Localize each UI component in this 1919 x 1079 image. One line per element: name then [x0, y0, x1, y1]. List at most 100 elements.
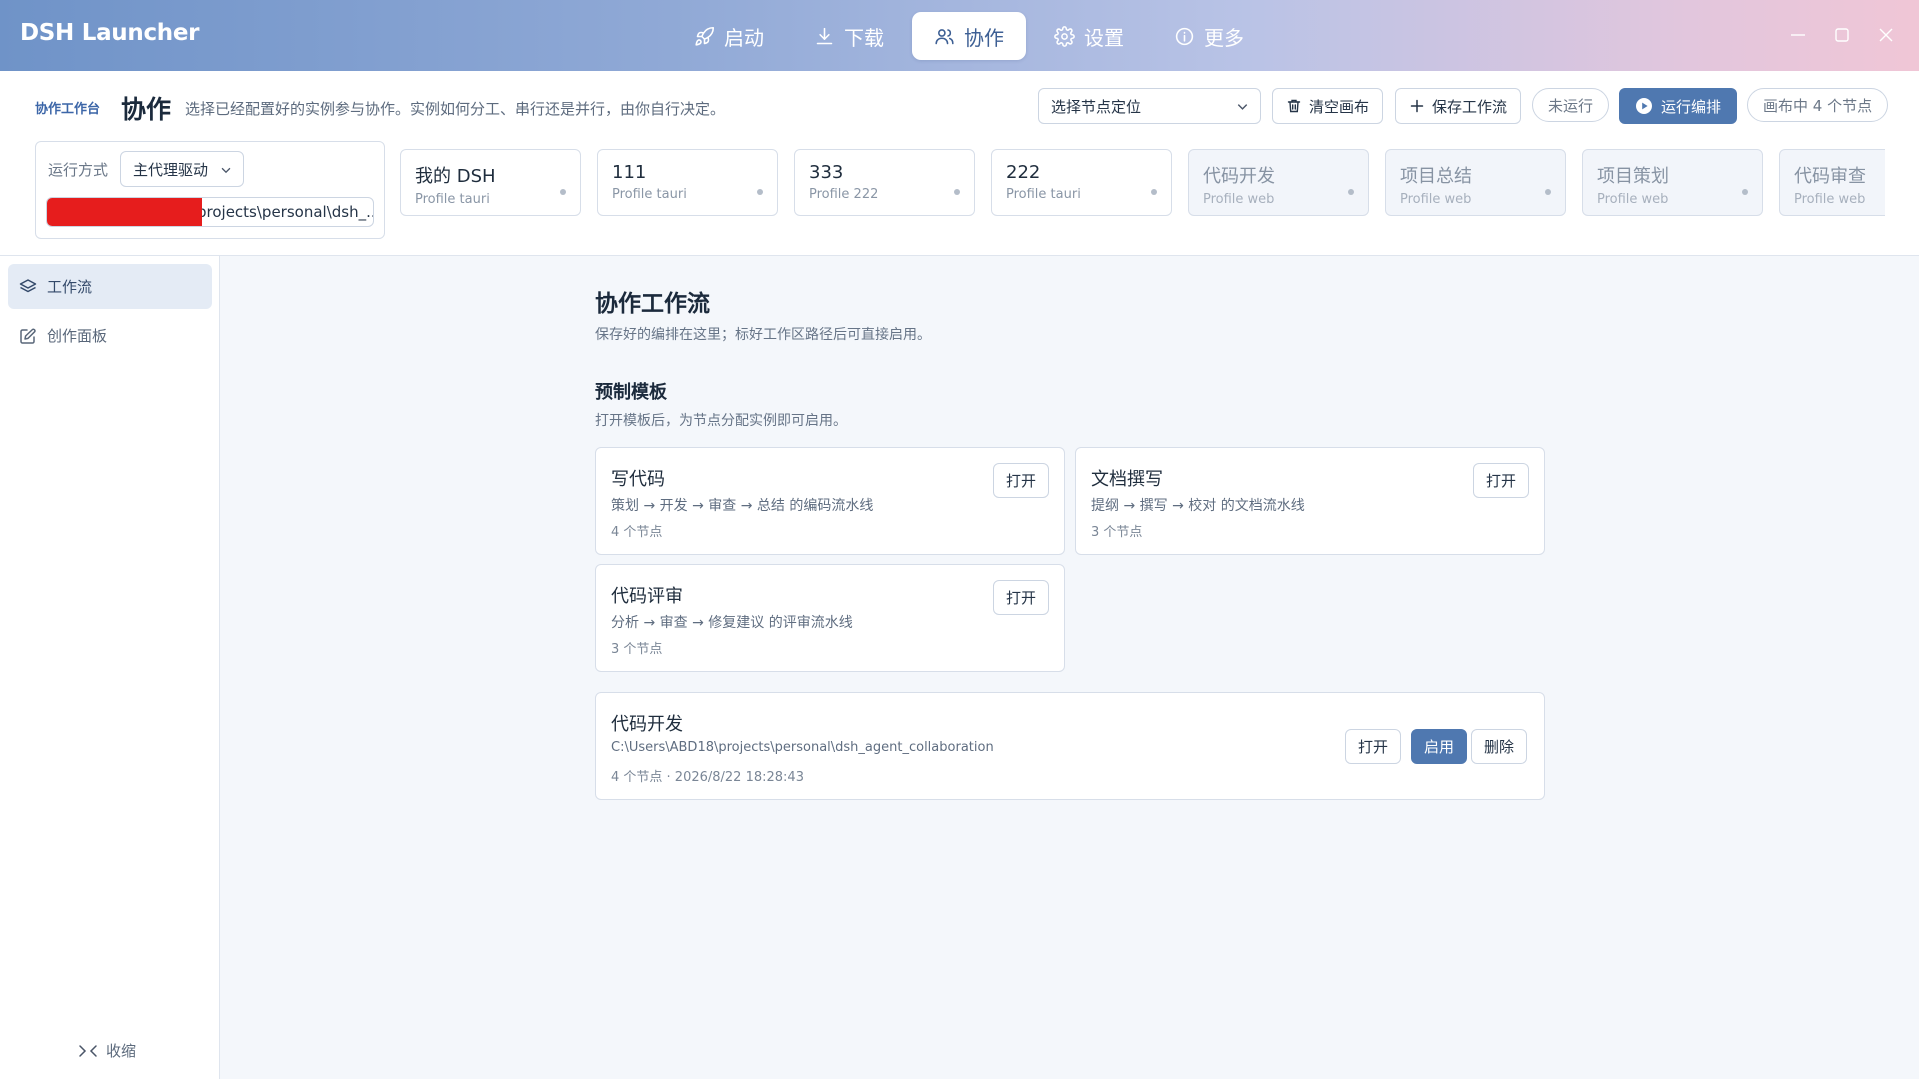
instance-card[interactable]: 代码开发 Profile web [1188, 149, 1369, 216]
sidebar-item-creation-panel[interactable]: 创作面板 [8, 313, 212, 358]
node-locate-select-value: 选择节点定位 [1051, 97, 1142, 116]
tab-settings[interactable]: 设置 [1032, 12, 1146, 60]
workspace-path-field[interactable]: projects\personal\dsh_... [46, 197, 374, 227]
redaction-block [47, 198, 202, 226]
instance-card[interactable]: 代码审查 Profile web [1779, 149, 1885, 216]
window-controls [1787, 22, 1897, 48]
instance-name: 333 [809, 162, 844, 183]
template-title: 写代码 [611, 469, 665, 490]
tab-collaborate-label: 协作 [964, 25, 1004, 50]
instance-profile: Profile tauri [612, 187, 687, 202]
instance-card[interactable]: 333 Profile 222 [794, 149, 975, 216]
download-icon [816, 27, 833, 44]
template-title: 代码评审 [611, 586, 683, 607]
rocket-icon [695, 26, 715, 46]
run-mode-value: 主代理驱动 [133, 160, 209, 179]
workflow-title: 代码开发 [611, 714, 683, 735]
chevron-down-icon [221, 167, 231, 174]
info-icon [1175, 27, 1194, 45]
save-workflow-button[interactable]: 保存工作流 [1395, 88, 1522, 124]
tab-collaborate[interactable]: 协作 [912, 12, 1026, 60]
workflow-path: C:\Users\ABD18\projects\personal\dsh_age… [611, 740, 994, 755]
instance-card[interactable]: 111 Profile tauri [597, 149, 778, 216]
instance-card[interactable]: 222 Profile tauri [991, 149, 1172, 216]
workflows-subtitle: 保存好的编排在这里；标好工作区路径后可直接启用。 [595, 327, 931, 343]
tab-download-label: 下载 [844, 25, 884, 50]
instance-profile: Profile web [1597, 192, 1669, 207]
tab-settings-label: 设置 [1084, 25, 1124, 50]
instance-name: 项目总结 [1400, 166, 1472, 187]
template-card-code-review: 代码评审 分析 → 审查 → 修复建议 的评审流水线 3 个节点 打开 [595, 564, 1065, 672]
status-dot [954, 189, 960, 195]
status-dot [1545, 189, 1551, 195]
sidebar-item-label: 创作面板 [47, 327, 108, 345]
minimize-button[interactable] [1787, 22, 1809, 48]
run-status-badge: 未运行 [1532, 88, 1610, 122]
tab-launch[interactable]: 启动 [672, 12, 786, 60]
template-card-doc-writing: 文档撰写 提纲 → 撰写 → 校对 的文档流水线 3 个节点 打开 [1075, 447, 1545, 555]
status-dot [1348, 189, 1354, 195]
page-title: 协作 [121, 95, 172, 124]
enable-workflow-button[interactable]: 启用 [1411, 729, 1468, 764]
chevron-down-icon [1237, 104, 1248, 110]
status-dot [560, 189, 566, 195]
collapse-icon [79, 1044, 97, 1057]
template-description: 策划 → 开发 → 审查 → 总结 的编码流水线 [611, 498, 874, 514]
instance-name: 代码审查 [1794, 166, 1866, 187]
template-title: 文档撰写 [1091, 469, 1163, 490]
main-nav: 启动 下载 协作 设置 更多 [672, 12, 1266, 60]
minimize-icon [1791, 34, 1805, 36]
workflows-title: 协作工作流 [595, 291, 710, 317]
delete-workflow-button[interactable]: 删除 [1471, 729, 1528, 764]
instance-profile: Profile 222 [809, 187, 879, 202]
sidebar-item-label: 工作流 [47, 278, 93, 296]
instance-profile: Profile web [1794, 192, 1866, 207]
workflow-meta: 4 个节点 · 2026/8/22 18:28:43 [611, 770, 804, 785]
sidebar-item-workflows[interactable]: 工作流 [8, 264, 212, 309]
run-orchestration-button[interactable]: 运行编排 [1619, 88, 1737, 124]
clear-canvas-label: 清空画布 [1309, 97, 1370, 116]
template-node-count: 4 个节点 [611, 525, 663, 540]
maximize-button[interactable] [1831, 22, 1853, 48]
open-template-button[interactable]: 打开 [1472, 463, 1529, 498]
status-dot [1742, 189, 1748, 195]
close-icon [1879, 28, 1893, 42]
gear-icon [1054, 25, 1075, 47]
template-node-count: 3 个节点 [611, 642, 663, 657]
template-card-write-code: 写代码 策划 → 开发 → 审查 → 总结 的编码流水线 4 个节点 打开 [595, 447, 1065, 555]
save-workflow-label: 保存工作流 [1432, 97, 1508, 116]
status-dot [1151, 189, 1157, 195]
collapse-label: 收缩 [106, 1042, 137, 1060]
template-description: 分析 → 审查 → 修复建议 的评审流水线 [611, 615, 853, 631]
open-template-button[interactable]: 打开 [992, 580, 1049, 615]
canvas-node-count-badge: 画布中 4 个节点 [1747, 88, 1889, 122]
templates-subtitle: 打开模板后，为节点分配实例即可启用。 [595, 413, 847, 429]
run-mode-panel: 运行方式 主代理驱动 projects\personal\dsh_... [35, 141, 385, 239]
users-icon [935, 28, 954, 44]
instance-card[interactable]: 我的 DSH Profile tauri [400, 149, 581, 216]
close-button[interactable] [1875, 22, 1897, 48]
instance-card[interactable]: 项目总结 Profile web [1385, 149, 1566, 216]
app-title: DSH Launcher [20, 20, 200, 46]
tab-more[interactable]: 更多 [1152, 12, 1266, 60]
template-description: 提纲 → 撰写 → 校对 的文档流水线 [1091, 498, 1305, 514]
instance-name: 111 [612, 162, 647, 183]
collapse-sidebar-button[interactable]: 收缩 [78, 1040, 136, 1061]
run-mode-select[interactable]: 主代理驱动 [120, 151, 244, 187]
tab-more-label: 更多 [1204, 25, 1244, 50]
page-description: 选择已经配置好的实例参与协作。实例如何分工、串行还是并行，由你自行决定。 [185, 100, 726, 118]
open-workflow-button[interactable]: 打开 [1345, 729, 1402, 764]
run-orchestration-label: 运行编排 [1660, 97, 1721, 116]
tab-download[interactable]: 下载 [792, 12, 906, 60]
instance-name: 222 [1006, 162, 1041, 183]
clear-canvas-button[interactable]: 清空画布 [1272, 88, 1384, 124]
tab-launch-label: 启动 [724, 25, 764, 50]
instance-card-list: 我的 DSH Profile tauri 111 Profile tauri 3… [400, 149, 1885, 221]
open-template-button[interactable]: 打开 [992, 463, 1049, 498]
instance-card[interactable]: 项目策划 Profile web [1582, 149, 1763, 216]
edit-icon [20, 328, 36, 344]
instance-profile: Profile tauri [415, 192, 490, 207]
instance-profile: Profile tauri [1006, 187, 1081, 202]
node-locate-select[interactable]: 选择节点定位 [1038, 88, 1261, 124]
saved-workflow-card: 代码开发 C:\Users\ABD18\projects\personal\ds… [595, 692, 1545, 800]
